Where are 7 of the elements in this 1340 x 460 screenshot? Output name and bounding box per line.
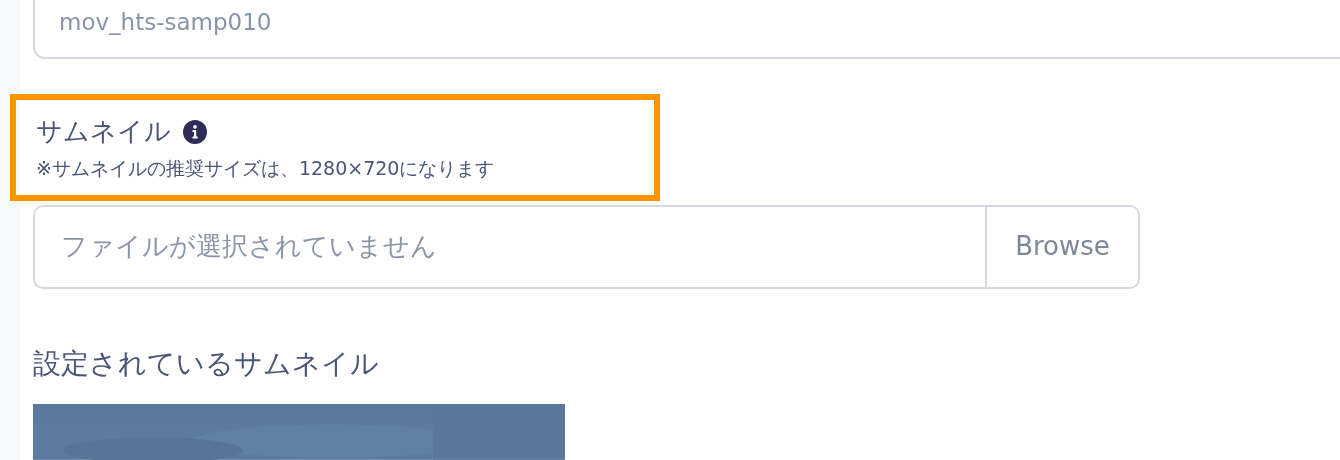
hint-text: ※サムネイルの推奨サイズは、1280×720になります <box>36 155 496 181</box>
name-field[interactable]: mov_hts-samp010 <box>33 0 1340 60</box>
section-heading: 設定されているサムネイル <box>33 346 380 381</box>
info-icon[interactable] <box>183 120 207 144</box>
browse-button[interactable]: Browse <box>985 207 1138 287</box>
file-input[interactable]: ファイルが選択されていません Browse <box>33 205 1140 289</box>
field-label: サムネイル <box>36 116 171 148</box>
